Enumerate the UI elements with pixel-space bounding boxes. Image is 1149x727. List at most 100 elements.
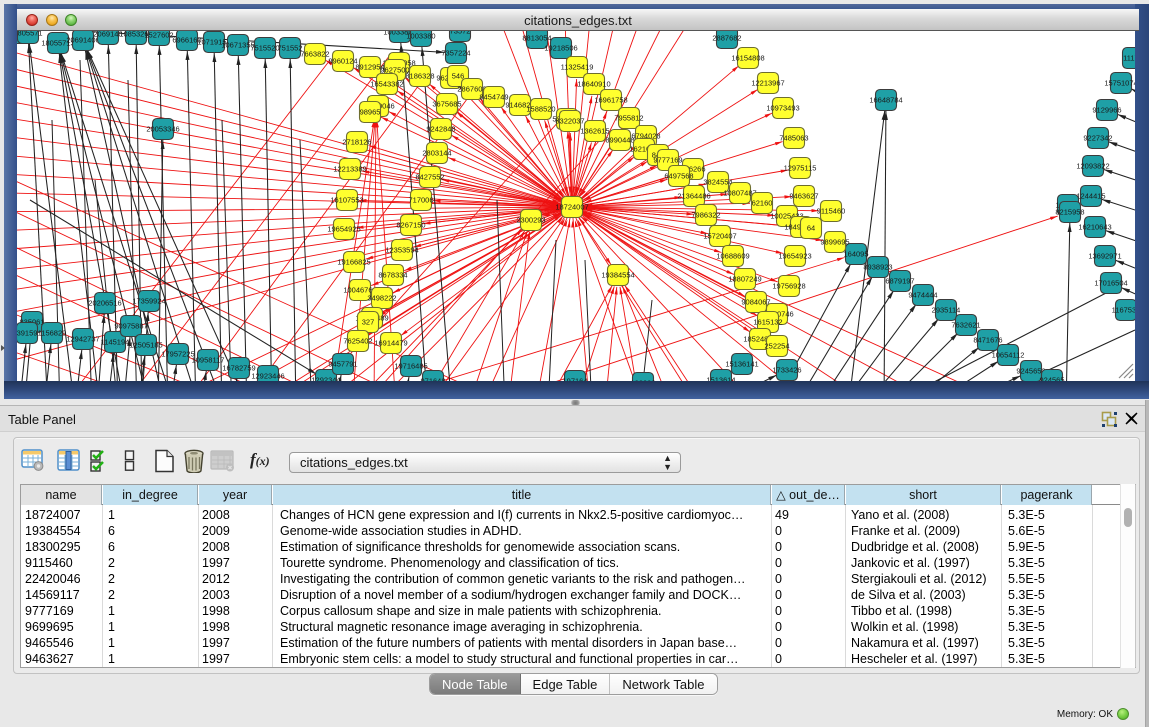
svg-text:924565: 924565	[1039, 376, 1064, 382]
svg-text:971648: 971648	[420, 377, 445, 382]
svg-text:12213389: 12213389	[333, 165, 366, 174]
svg-text:18724007: 18724007	[555, 203, 588, 212]
svg-text:2935114: 2935114	[932, 306, 961, 315]
svg-text:8454749: 8454749	[479, 93, 508, 102]
svg-text:2803144: 2803144	[422, 149, 451, 158]
svg-text:19654923: 19654923	[778, 252, 811, 261]
svg-text:3824554: 3824554	[703, 178, 732, 187]
svg-text:73572: 73572	[450, 31, 471, 36]
svg-text:12353594: 12353594	[385, 246, 418, 255]
svg-text:15751074: 15751074	[1104, 79, 1135, 88]
svg-text:16914479: 16914479	[374, 339, 407, 348]
svg-text:9457791: 9457791	[328, 360, 357, 369]
svg-text:197164: 197164	[562, 377, 587, 382]
svg-text:6497568: 6497568	[664, 172, 693, 181]
svg-text:16961758: 16961758	[594, 96, 627, 105]
svg-text:8990448: 8990448	[605, 136, 634, 145]
svg-text:1362615: 1362615	[580, 127, 609, 136]
svg-text:19166825: 19166825	[337, 258, 370, 267]
svg-text:16543382: 16543382	[370, 80, 403, 89]
svg-text:19716485: 19716485	[394, 362, 427, 371]
svg-text:7663822: 7663822	[300, 50, 329, 59]
svg-text:1615132: 1615132	[753, 318, 782, 327]
svg-text:10654112: 10654112	[992, 351, 1025, 360]
svg-text:11325419: 11325419	[561, 63, 594, 72]
svg-text:1292344: 1292344	[311, 376, 340, 382]
svg-text:9474444: 9474444	[908, 291, 937, 300]
svg-text:7485063: 7485063	[779, 134, 808, 143]
svg-text:21364486: 21364486	[677, 192, 710, 201]
svg-text:90975887: 90975887	[114, 322, 147, 331]
svg-text:16154808: 16154808	[731, 54, 764, 63]
svg-text:546: 546	[452, 72, 465, 81]
svg-text:9242848: 9242848	[426, 125, 455, 134]
svg-text:164095: 164095	[843, 250, 868, 259]
svg-text:98965: 98965	[360, 108, 381, 117]
svg-text:1733426: 1733426	[772, 366, 801, 375]
svg-text:10973493: 10973493	[766, 104, 799, 113]
svg-text:20206516: 20206516	[88, 299, 121, 308]
svg-text:12975115: 12975115	[784, 164, 817, 173]
svg-text:717006: 717006	[408, 196, 433, 205]
svg-text:6879197: 6879197	[885, 277, 914, 286]
svg-text:39159: 39159	[17, 329, 37, 338]
svg-text:1145194: 1145194	[101, 338, 130, 347]
svg-text:2718126: 2718126	[342, 138, 371, 147]
svg-text:8215958: 8215958	[1055, 208, 1084, 217]
svg-text:9129966: 9129966	[1092, 106, 1121, 115]
svg-text:1167533: 1167533	[1112, 306, 1135, 315]
svg-text:7955812: 7955812	[614, 114, 643, 123]
svg-text:62160: 62160	[752, 199, 773, 208]
svg-text:19218506: 19218506	[544, 44, 577, 53]
svg-text:2069140: 2069140	[93, 31, 122, 39]
svg-text:3675685: 3675685	[432, 100, 461, 109]
svg-text:7632621: 7632621	[951, 321, 980, 330]
svg-text:7625402: 7625402	[343, 337, 372, 346]
svg-text:16210643: 16210643	[1078, 223, 1111, 232]
svg-text:10688609: 10688609	[716, 252, 749, 261]
svg-text:2300293: 2300293	[516, 216, 545, 225]
svg-text:17359924: 17359924	[132, 297, 165, 306]
svg-text:252254: 252254	[764, 342, 789, 351]
svg-text:9227342: 9227342	[1083, 134, 1112, 143]
svg-text:16107553: 16107553	[330, 196, 363, 205]
svg-text:1513614: 1513614	[706, 376, 735, 382]
svg-text:64: 64	[807, 224, 815, 233]
svg-text:327: 327	[362, 318, 375, 327]
svg-text:1805571: 1805571	[17, 31, 43, 38]
svg-text:8267150: 8267150	[396, 221, 425, 230]
svg-text:7357224: 7357224	[441, 49, 470, 58]
svg-text:9084067: 9084067	[741, 298, 770, 307]
svg-text:7515520: 7515520	[250, 44, 279, 53]
svg-text:8322037: 8322037	[555, 117, 584, 126]
svg-text:19654925: 19654925	[327, 225, 360, 234]
svg-text:8938923: 8938923	[863, 263, 892, 272]
svg-text:1244415: 1244415	[1076, 192, 1105, 201]
svg-text:15136141: 15136141	[725, 360, 758, 369]
svg-text:11170: 11170	[1123, 54, 1135, 63]
svg-text:12923446: 12923446	[251, 372, 284, 381]
svg-text:9899695: 9899695	[820, 238, 849, 247]
svg-text:16648784: 16648784	[869, 96, 902, 105]
svg-text:1588520: 1588520	[526, 105, 555, 114]
svg-text:183002: 183002	[630, 379, 655, 382]
svg-text:17957225: 17957225	[161, 350, 194, 359]
svg-text:17016504: 17016504	[1094, 279, 1127, 288]
svg-text:12505185: 12505185	[129, 341, 162, 350]
svg-text:12213967: 12213967	[751, 79, 784, 88]
svg-text:1156829: 1156829	[38, 329, 67, 338]
svg-text:8427552: 8427552	[415, 173, 444, 182]
svg-text:9463627: 9463627	[789, 192, 818, 201]
svg-text:13692971: 13692971	[1088, 252, 1121, 261]
svg-text:1003380: 1003380	[406, 32, 435, 41]
svg-text:18640910: 18640910	[577, 80, 610, 89]
svg-text:3498222: 3498222	[367, 294, 396, 303]
svg-text:9777169: 9777169	[653, 156, 682, 165]
svg-text:7986322: 7986322	[691, 211, 720, 220]
svg-text:19384554: 19384554	[601, 271, 634, 280]
svg-text:8678334: 8678334	[378, 271, 407, 280]
svg-text:20053346: 20053346	[146, 125, 179, 134]
svg-text:12942737: 12942737	[66, 335, 99, 344]
svg-text:9115460: 9115460	[817, 207, 846, 216]
svg-text:751552: 751552	[277, 44, 302, 53]
